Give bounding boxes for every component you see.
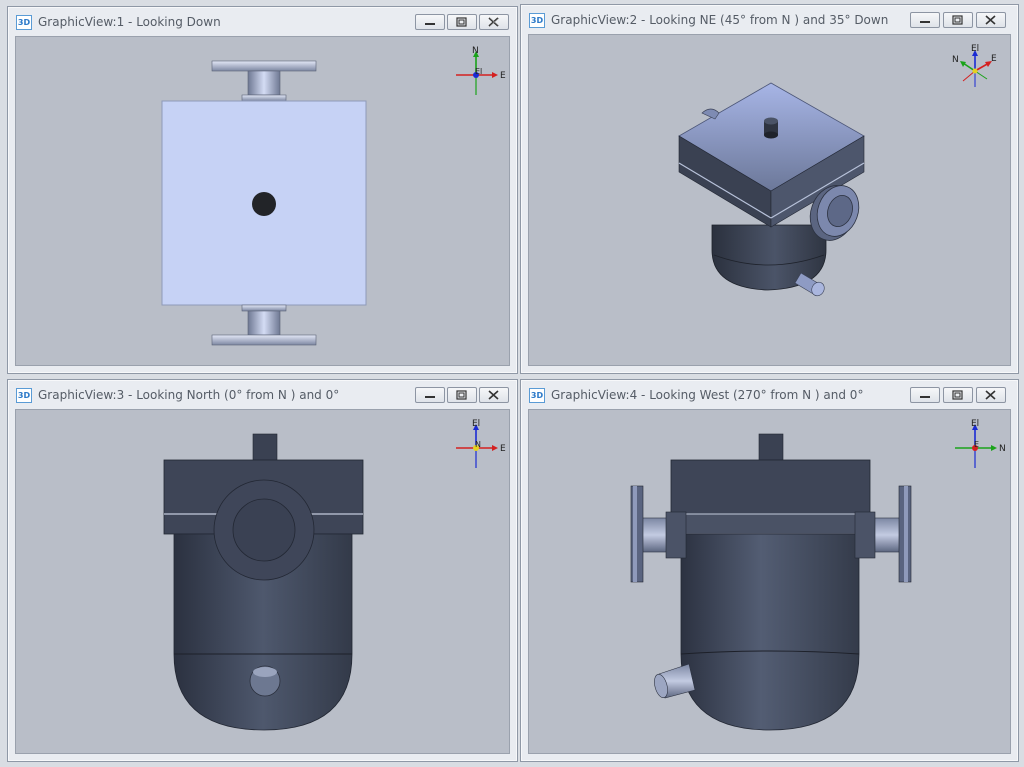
graphic-view-1-window: 3D GraphicView:1 - Looking Down N E El: [7, 6, 518, 374]
minimize-button[interactable]: [910, 387, 940, 403]
viewport-2[interactable]: El E N: [528, 34, 1011, 366]
3d-view-icon: 3D: [529, 388, 545, 403]
south-flange: [211, 334, 317, 346]
drain-nozzle: [249, 665, 281, 697]
graphic-view-4-window: 3D GraphicView:4 - Looking West (270° fr…: [520, 379, 1019, 762]
triad-elevation-label: El: [475, 67, 482, 76]
triad-elevation-label: El: [472, 419, 480, 429]
title-bar[interactable]: 3D GraphicView:3 - Looking North (0° fro…: [8, 380, 517, 408]
top-vent: [252, 433, 278, 461]
top-vent: [764, 117, 778, 139]
minimize-button[interactable]: [415, 387, 445, 403]
vent-hole: [252, 192, 276, 216]
triad-north-label: N: [952, 55, 959, 65]
viewport-1[interactable]: N E El: [15, 36, 510, 366]
maximize-button[interactable]: [943, 12, 973, 28]
close-button[interactable]: [976, 12, 1006, 28]
vessel-body: [680, 533, 860, 731]
drain-nozzle: [654, 663, 696, 699]
graphic-view-3-window: 3D GraphicView:3 - Looking North (0° fro…: [7, 379, 518, 762]
model-top-view: [161, 60, 367, 346]
3d-view-icon: 3D: [529, 13, 545, 28]
orientation-triad: El E N: [952, 44, 997, 87]
3d-view-icon: 3D: [16, 15, 32, 30]
window-title: GraphicView:2 - Looking NE (45° from N )…: [551, 13, 889, 27]
triad-east-label: E: [500, 444, 506, 454]
maximize-button[interactable]: [943, 387, 973, 403]
model-north-view: [163, 433, 364, 731]
minimize-button[interactable]: [910, 12, 940, 28]
model-west-view: [630, 433, 912, 731]
orientation-triad: El E N: [456, 419, 506, 468]
north-nozzle: [247, 70, 281, 96]
model-iso-view: [678, 82, 865, 297]
triad-north-label: N: [999, 444, 1006, 454]
3d-view-icon: 3D: [16, 388, 32, 403]
window-title: GraphicView:3 - Looking North (0° from N…: [38, 388, 340, 402]
graphic-view-2-window: 3D GraphicView:2 - Looking NE (45° from …: [520, 4, 1019, 374]
triad-elevation-label: El: [971, 419, 979, 429]
triad-east-label: E: [500, 71, 506, 81]
maximize-button[interactable]: [447, 14, 477, 30]
close-button[interactable]: [479, 14, 509, 30]
orientation-triad: El N E: [955, 419, 1006, 468]
south-nozzle: [247, 310, 281, 336]
close-button[interactable]: [976, 387, 1006, 403]
window-title: GraphicView:1 - Looking Down: [38, 15, 221, 29]
viewport-4[interactable]: El N E: [528, 409, 1011, 754]
triad-north-label: N: [472, 46, 479, 56]
viewport-3[interactable]: El E N: [15, 409, 510, 754]
minimize-button[interactable]: [415, 14, 445, 30]
window-title: GraphicView:4 - Looking West (270° from …: [551, 388, 864, 402]
title-bar[interactable]: 3D GraphicView:1 - Looking Down: [8, 7, 517, 35]
title-bar[interactable]: 3D GraphicView:2 - Looking NE (45° from …: [521, 5, 1018, 33]
front-flange: [213, 479, 315, 581]
orientation-triad: N E El: [456, 46, 506, 95]
triad-east-label: E: [991, 54, 997, 64]
triad-east-label: E: [974, 440, 979, 449]
maximize-button[interactable]: [447, 387, 477, 403]
triad-elevation-label: El: [971, 44, 979, 54]
title-bar[interactable]: 3D GraphicView:4 - Looking West (270° fr…: [521, 380, 1018, 408]
triad-north-label: N: [475, 440, 481, 449]
top-vent: [758, 433, 784, 461]
close-button[interactable]: [479, 387, 509, 403]
north-flange: [211, 60, 317, 72]
